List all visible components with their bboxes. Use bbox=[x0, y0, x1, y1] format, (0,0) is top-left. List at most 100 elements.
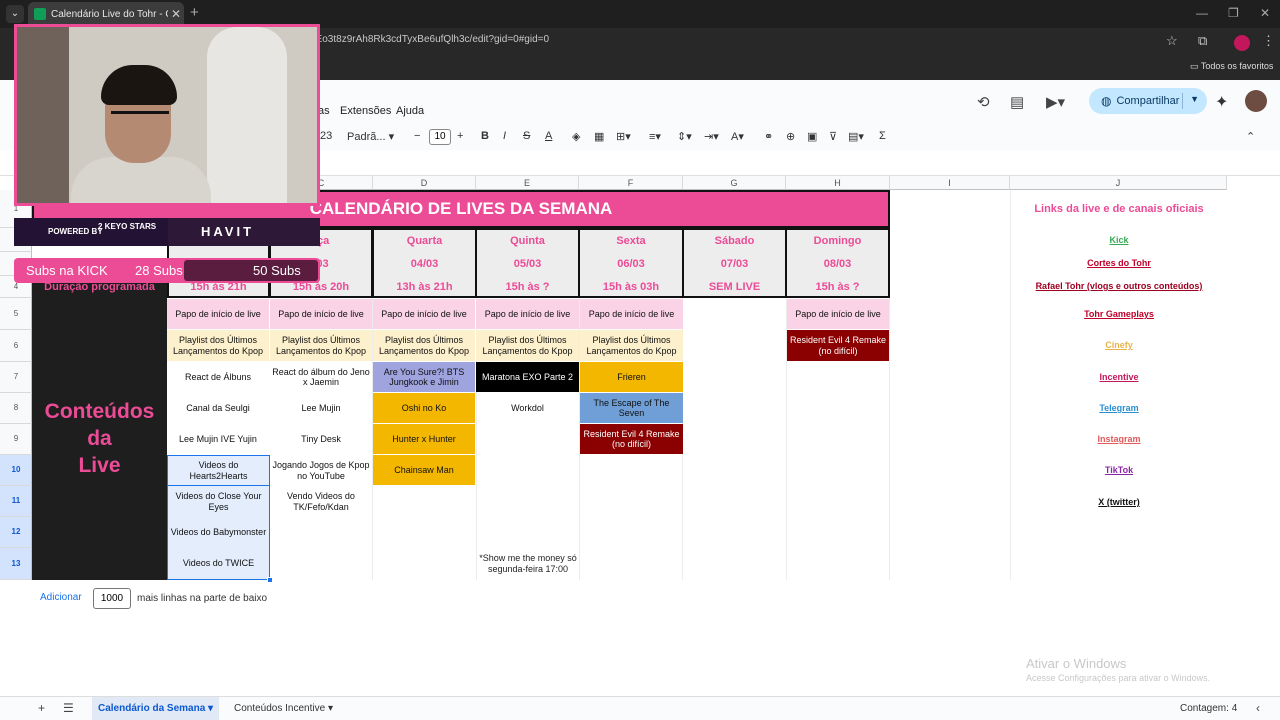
cell[interactable]: Are You Sure?! BTS Jungkook e Jimin bbox=[373, 362, 475, 392]
bold-icon[interactable]: B bbox=[481, 130, 489, 142]
cell[interactable]: Videos do Babymonster bbox=[167, 517, 270, 548]
column-header-d[interactable]: D bbox=[373, 176, 476, 190]
align-vertical-icon[interactable]: ⇕▾ bbox=[677, 130, 692, 143]
row-header-8[interactable]: 8 bbox=[0, 393, 32, 424]
insert-chart-icon[interactable]: ▣ bbox=[807, 130, 817, 143]
cell[interactable]: The Escape of The Seven bbox=[580, 393, 683, 423]
close-window-icon[interactable]: ✕ bbox=[1260, 6, 1270, 20]
borders-icon[interactable]: ▦ bbox=[594, 130, 604, 143]
cell[interactable]: Playlist dos Últimos Lançamentos do Kpop bbox=[373, 330, 475, 361]
cell[interactable]: Playlist dos Últimos Lançamentos do Kpop bbox=[580, 330, 683, 361]
url-text[interactable]: hEo3t8z9rAh8Rk3cdTyxBe6ufQlh3c/edit?gid=… bbox=[310, 34, 549, 45]
account-avatar[interactable] bbox=[1245, 90, 1267, 112]
cell[interactable]: Videos do TWICE bbox=[167, 548, 270, 580]
link-instagram[interactable]: Instagram bbox=[1012, 434, 1226, 444]
cell[interactable]: Canal da Seulgi bbox=[167, 393, 269, 423]
link-tiktok[interactable]: TikTok bbox=[1012, 465, 1226, 475]
column-header-i[interactable]: I bbox=[890, 176, 1010, 190]
column-header-g[interactable]: G bbox=[683, 176, 786, 190]
filter-icon[interactable]: ⊽ bbox=[829, 130, 837, 143]
strikethrough-icon[interactable]: S bbox=[523, 130, 530, 142]
insert-link-icon[interactable]: ⚭ bbox=[764, 130, 773, 143]
decrease-font-icon[interactable]: − bbox=[414, 130, 420, 142]
day-header-sabado[interactable]: Sábado 07/03 SEM LIVE bbox=[682, 228, 787, 298]
cell[interactable]: Papo de início de live bbox=[787, 299, 889, 329]
extensions-icon[interactable]: ⧉ bbox=[1198, 33, 1207, 49]
links-header[interactable]: Links da live e de canais oficiais bbox=[1012, 203, 1226, 215]
align-horizontal-icon[interactable]: ≡▾ bbox=[649, 130, 661, 143]
cell[interactable]: Lee Mujin IVE Yujin bbox=[167, 424, 269, 454]
day-header-quarta[interactable]: Quarta 04/03 13h às 21h bbox=[372, 228, 477, 298]
count-indicator[interactable]: Contagem: 4 bbox=[1180, 703, 1237, 714]
row-header-10[interactable]: 10 bbox=[0, 455, 32, 486]
history-icon[interactable]: ⟲ bbox=[977, 93, 990, 111]
cell[interactable]: Resident Evil 4 Remake (no difícil) bbox=[580, 424, 683, 454]
cell[interactable]: Papo de início de live bbox=[167, 299, 269, 329]
cell[interactable]: Vendo Videos do TK/Fefo/Kdan bbox=[270, 486, 372, 517]
column-header-j[interactable]: J bbox=[1010, 176, 1227, 190]
cell[interactable]: Lee Mujin bbox=[270, 393, 372, 423]
cell[interactable]: Playlist dos Últimos Lançamentos do Kpop bbox=[270, 330, 372, 361]
sheet-tab-active[interactable]: Calendário da Semana ▾ bbox=[92, 697, 220, 720]
cell[interactable]: Papo de início de live bbox=[476, 299, 579, 329]
collapse-menu-icon[interactable]: ⌃ bbox=[1246, 130, 1255, 143]
row-header-9[interactable]: 9 bbox=[0, 424, 32, 455]
day-header-sexta[interactable]: Sexta 06/03 15h às 03h bbox=[578, 228, 684, 298]
cell[interactable]: Playlist dos Últimos Lançamentos do Kpop bbox=[476, 330, 579, 361]
tab-search-icon[interactable]: ⌄ bbox=[6, 5, 24, 23]
add-rows-input[interactable]: 1000 bbox=[93, 588, 131, 609]
text-rotation-icon[interactable]: A▾ bbox=[731, 130, 744, 143]
row-header-7[interactable]: 7 bbox=[0, 362, 32, 393]
font-select[interactable]: Padrã... ▾ bbox=[347, 130, 394, 143]
comments-icon[interactable]: ▤ bbox=[1010, 93, 1024, 111]
link-gameplays[interactable]: Tohr Gameplays bbox=[1012, 309, 1226, 319]
day-header-domingo[interactable]: Domingo 08/03 15h às ? bbox=[785, 228, 890, 298]
text-wrap-icon[interactable]: ⇥▾ bbox=[704, 130, 719, 143]
cell[interactable]: Tiny Desk bbox=[270, 424, 372, 454]
fill-handle[interactable] bbox=[267, 577, 273, 583]
cell[interactable]: Videos do Close Your Eyes bbox=[167, 486, 270, 517]
share-button[interactable]: ◍ Compartilhar ▼ bbox=[1089, 88, 1207, 114]
new-tab-icon[interactable]: + bbox=[190, 4, 199, 21]
link-x-twitter[interactable]: X (twitter) bbox=[1012, 497, 1226, 507]
number-format-button[interactable]: 23 bbox=[320, 130, 332, 142]
link-incentive[interactable]: Incentive bbox=[1012, 372, 1226, 382]
row-header-6[interactable]: 6 bbox=[0, 330, 32, 362]
italic-icon[interactable]: I bbox=[503, 130, 506, 142]
cell[interactable]: Hunter x Hunter bbox=[373, 424, 475, 454]
font-size-input[interactable]: 10 bbox=[429, 129, 451, 145]
sheet-tab-incentive[interactable]: Conteúdos Incentive ▾ bbox=[228, 697, 339, 720]
browser-tab[interactable]: Calendário Live do Tohr - Goog ✕ bbox=[28, 2, 184, 26]
all-bookmarks-link[interactable]: ▭ Todos os favoritos bbox=[1190, 61, 1273, 72]
fill-color-icon[interactable]: ◈ bbox=[572, 130, 580, 143]
functions-icon[interactable]: Σ bbox=[879, 130, 886, 142]
cell[interactable]: Playlist dos Últimos Lançamentos do Kpop bbox=[167, 330, 269, 361]
restore-icon[interactable]: ❐ bbox=[1228, 6, 1239, 20]
link-telegram[interactable]: Telegram bbox=[1012, 403, 1226, 413]
column-header-e[interactable]: E bbox=[476, 176, 579, 190]
add-sheet-icon[interactable]: + bbox=[38, 701, 45, 715]
add-rows-button[interactable]: Adicionar bbox=[40, 592, 82, 603]
profile-avatar[interactable] bbox=[1234, 35, 1250, 51]
all-sheets-icon[interactable]: ☰ bbox=[63, 701, 74, 715]
cell[interactable]: Videos do Hearts2Hearts bbox=[167, 455, 270, 486]
cell[interactable]: React de Álbuns bbox=[167, 362, 269, 392]
row-header-11[interactable]: 11 bbox=[0, 486, 32, 517]
column-header-h[interactable]: H bbox=[786, 176, 890, 190]
filter-views-icon[interactable]: ▤▾ bbox=[848, 130, 864, 143]
share-dropdown-icon[interactable]: ▼ bbox=[1190, 94, 1199, 104]
collapse-side-icon[interactable]: ‹ bbox=[1256, 701, 1260, 715]
minimize-icon[interactable]: — bbox=[1196, 6, 1208, 20]
link-cinefy[interactable]: Cinefy bbox=[1012, 340, 1226, 350]
meet-icon[interactable]: ▶▾ bbox=[1046, 93, 1065, 111]
cell[interactable]: Resident Evil 4 Remake (no difícil) bbox=[787, 330, 889, 361]
menu-extensions[interactable]: Extensões bbox=[340, 105, 391, 117]
increase-font-icon[interactable]: + bbox=[457, 130, 463, 142]
insert-comment-icon[interactable]: ⊕ bbox=[786, 130, 795, 143]
link-cortes[interactable]: Cortes do Tohr bbox=[1012, 258, 1226, 268]
cell[interactable]: Jogando Jogos de Kpop no YouTube bbox=[270, 455, 372, 486]
cell[interactable]: Papo de início de live bbox=[580, 299, 683, 329]
day-header-quinta[interactable]: Quinta 05/03 15h às ? bbox=[475, 228, 580, 298]
text-color-icon[interactable]: A bbox=[545, 130, 552, 142]
cell[interactable]: Chainsaw Man bbox=[373, 455, 475, 485]
